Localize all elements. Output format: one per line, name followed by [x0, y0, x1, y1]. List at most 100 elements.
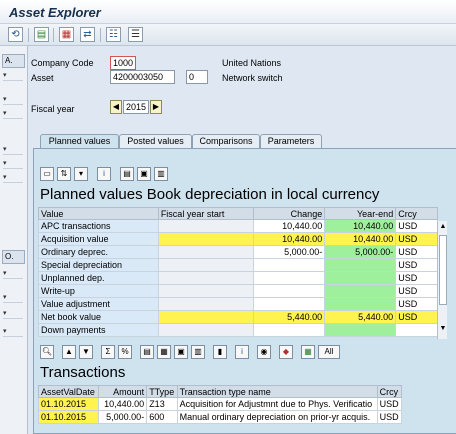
info-icon[interactable]: i [235, 345, 249, 359]
cell-fiscal-year-start[interactable] [157, 219, 255, 233]
cell-crcy[interactable]: USD [395, 310, 438, 324]
print-icon[interactable]: ▤ [120, 167, 134, 181]
details-icon[interactable]: 🔍︎ [40, 345, 54, 359]
cell-year-end[interactable]: 5,000.00- [324, 245, 397, 259]
previous-year-icon[interactable]: ◀ [110, 100, 122, 114]
cell-change[interactable] [253, 323, 326, 337]
cell-transaction-type-name[interactable]: Acquisition for Adjustmnt due to Phys. V… [176, 397, 378, 411]
refresh-icon[interactable]: ⟲ [8, 27, 23, 42]
chevron-down-icon[interactable]: ▾ [3, 144, 23, 155]
delete-icon[interactable]: ◆ [279, 345, 293, 359]
cell-year-end[interactable]: 10,440.00 [324, 219, 397, 233]
layout-icon[interactable]: ▥ [191, 345, 205, 359]
tab-posted-values[interactable]: Posted values [119, 134, 192, 148]
cell-change[interactable]: 10,440.00 [253, 219, 326, 233]
cell-fiscal-year-start[interactable] [157, 284, 255, 298]
table-row[interactable]: Net book value 5,440.00 5,440.00 USD [38, 310, 438, 324]
chevron-down-icon[interactable]: ▾ [3, 326, 23, 337]
cell-change[interactable] [253, 258, 326, 272]
cell-crcy[interactable]: USD [395, 271, 438, 285]
table-row[interactable]: 01.10.2015 10,440.00 Z13 Acquisition for… [38, 397, 403, 411]
cell-ttype[interactable]: 600 [146, 410, 178, 424]
chevron-down-icon[interactable]: ▾ [3, 308, 23, 319]
cell-value[interactable]: Write-up [38, 284, 159, 298]
cell-fiscal-year-start[interactable] [157, 297, 255, 311]
cell-change[interactable] [253, 271, 326, 285]
cell-value[interactable]: Ordinary deprec. [38, 245, 159, 259]
cell-amount[interactable]: 5,000.00- [97, 410, 148, 424]
table-row[interactable]: Down payments [38, 323, 438, 337]
cell-crcy[interactable]: USD [395, 219, 438, 233]
cell-year-end[interactable] [324, 297, 397, 311]
table-row[interactable]: 01.10.2015 5,000.00- 600 Manual ordinary… [38, 410, 403, 424]
document-icon[interactable]: ◉ [257, 345, 271, 359]
cell-fiscal-year-start[interactable] [157, 232, 255, 246]
cell-change[interactable]: 5,440.00 [253, 310, 326, 324]
cell-year-end[interactable] [324, 323, 397, 337]
filter-icon[interactable]: ▾ [74, 167, 88, 181]
table-row[interactable]: Unplanned dep. USD [38, 271, 438, 285]
cell-value[interactable]: Special depreciation [38, 258, 159, 272]
table-row[interactable]: Write-up USD [38, 284, 438, 298]
cell-crcy[interactable]: USD [395, 284, 438, 298]
sort-ascending-icon[interactable]: ▲ [62, 345, 76, 359]
export-icon[interactable]: ▣ [174, 345, 188, 359]
scroll-thumb[interactable] [439, 235, 447, 305]
info-icon[interactable]: i [97, 167, 111, 181]
cell-value[interactable]: APC transactions [38, 219, 159, 233]
cell-asset-val-date[interactable]: 01.10.2015 [38, 410, 99, 424]
cell-amount[interactable]: 10,440.00 [97, 397, 148, 411]
chevron-down-icon[interactable]: ▾ [3, 172, 23, 183]
cell-value[interactable]: Net book value [38, 310, 159, 324]
column-header-transaction-type-name[interactable]: Transaction type name [176, 385, 378, 398]
save-icon[interactable]: ▤ [34, 27, 49, 42]
cell-crcy[interactable]: USD [395, 258, 438, 272]
details-icon[interactable]: ▭ [40, 167, 54, 181]
cell-fiscal-year-start[interactable] [157, 245, 255, 259]
scroll-up-icon[interactable]: ▲ [439, 223, 447, 231]
cell-year-end[interactable] [324, 258, 397, 272]
column-header-crcy[interactable]: Crcy [395, 207, 438, 220]
column-header-year-end[interactable]: Year-end [324, 207, 397, 220]
cell-crcy[interactable]: USD [395, 245, 438, 259]
column-header-change[interactable]: Change [253, 207, 326, 220]
asset-number-input[interactable]: 4200003050 [110, 70, 175, 84]
panel-header-a[interactable]: A. [2, 54, 25, 68]
subtotal-icon[interactable]: % [118, 345, 132, 359]
cell-value[interactable]: Unplanned dep. [38, 271, 159, 285]
cell-year-end[interactable] [324, 271, 397, 285]
structure-icon[interactable]: ▦ [59, 27, 74, 42]
cell-year-end[interactable]: 5,440.00 [324, 310, 397, 324]
all-button[interactable]: All [318, 345, 340, 359]
next-year-icon[interactable]: ▶ [150, 100, 162, 114]
export-icon[interactable]: ▣ [137, 167, 151, 181]
cell-crcy[interactable] [395, 323, 438, 337]
column-header-fiscal-year-start[interactable]: Fiscal year start [157, 207, 255, 220]
sum-icon[interactable]: Σ [101, 345, 115, 359]
cell-asset-val-date[interactable]: 01.10.2015 [38, 397, 99, 411]
scroll-down-icon[interactable]: ▼ [439, 325, 447, 333]
asset-subnumber-input[interactable]: 0 [186, 70, 208, 84]
chevron-down-icon[interactable]: ▾ [3, 292, 23, 303]
cell-fiscal-year-start[interactable] [157, 271, 255, 285]
company-code-input[interactable]: 1000 [110, 56, 136, 70]
tab-planned-values[interactable]: Planned values [40, 134, 119, 148]
cell-crcy[interactable]: USD [395, 232, 438, 246]
cell-fiscal-year-start[interactable] [157, 310, 255, 324]
hierarchy-icon[interactable]: ☷ [106, 27, 121, 42]
cell-value[interactable]: Value adjustment [38, 297, 159, 311]
table-row[interactable]: Ordinary deprec. 5,000.00- 5,000.00- USD [38, 245, 438, 259]
chevron-down-icon[interactable]: ▾ [3, 268, 23, 279]
chevron-down-icon[interactable]: ▾ [3, 70, 23, 81]
cell-change[interactable] [253, 297, 326, 311]
views-icon[interactable]: ▦ [157, 345, 171, 359]
chevron-down-icon[interactable]: ▾ [3, 158, 23, 169]
cell-change[interactable]: 10,440.00 [253, 232, 326, 246]
cell-transaction-type-name[interactable]: Manual ordinary depreciation on prior-yr… [176, 410, 378, 424]
cell-change[interactable]: 5,000.00- [253, 245, 326, 259]
chevron-down-icon[interactable]: ▾ [3, 94, 23, 105]
tab-comparisons[interactable]: Comparisons [192, 134, 260, 148]
cell-ttype[interactable]: Z13 [146, 397, 178, 411]
column-header-value[interactable]: Value [38, 207, 159, 220]
column-header-amount[interactable]: Amount [97, 385, 148, 398]
